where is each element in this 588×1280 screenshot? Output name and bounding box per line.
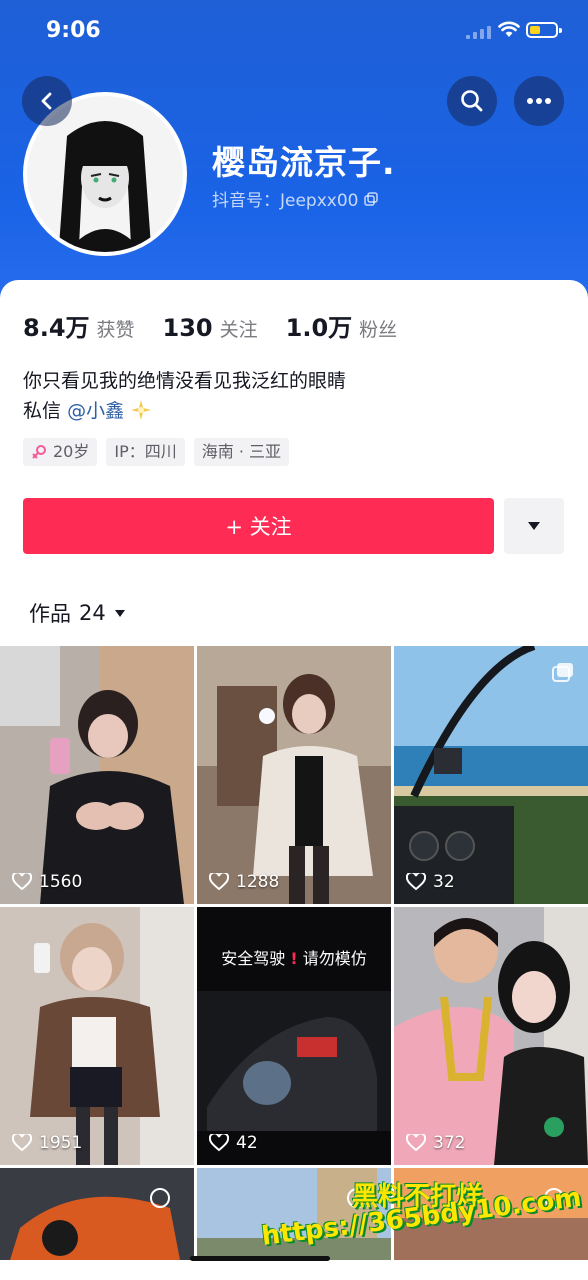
heart-outline-icon [406,1134,426,1152]
like-count-text: 1560 [39,872,83,892]
followers-count[interactable]: 1.0万 [286,308,353,343]
follow-button[interactable]: + 关注 [23,498,494,554]
female-icon [32,445,46,459]
battery-icon [526,22,562,38]
age-text: 20岁 [53,442,90,461]
location-tag[interactable]: 海南 · 三亚 [193,438,290,466]
works-count: 24 [79,601,106,625]
works-tab[interactable]: 作品 24 [29,598,126,628]
more-horizontal-icon [527,98,551,104]
like-count: 1560 [12,872,82,892]
profile-name: 樱岛流京子. [212,143,396,182]
caption-part: 安全驾驶 [221,949,286,968]
wifi-icon [498,21,520,37]
heart-outline-icon [209,1134,229,1152]
douyin-id[interactable]: 抖音号：Jeepxx00 [212,186,379,211]
search-icon [461,90,483,112]
ip-tag: IP：四川 [106,438,185,466]
recommend-dropdown-button[interactable] [504,498,564,554]
bio: 你只看见我的绝情没看见我泛红的眼睛 私信 @小鑫 [23,366,346,426]
like-count-text: 32 [433,872,455,892]
like-count: 1288 [209,872,279,892]
profile-tags: 20岁 IP：四川 海南 · 三亚 [23,438,290,466]
likes-count[interactable]: 8.4万 [23,308,90,343]
video-thumbnail[interactable]: 32 [394,646,588,904]
likes-label: 获赞 [96,319,135,341]
caret-down-icon [114,609,125,617]
home-indicator[interactable] [190,1256,330,1261]
video-thumbnail[interactable]: 1288 [197,646,391,904]
triangle-down-icon [528,522,540,530]
heart-outline-icon [12,873,32,891]
bio-mention-link[interactable]: @小鑫 [67,400,124,422]
heart-outline-icon [12,1134,32,1152]
exclamation-icon: ! [290,949,298,968]
like-count-text: 372 [433,1133,466,1153]
like-count-text: 42 [236,1133,258,1153]
status-time: 9:06 [46,18,101,43]
search-button[interactable] [447,76,497,126]
video-thumbnail[interactable]: 372 [394,907,588,1165]
more-button[interactable] [514,76,564,126]
followers-label: 粉丝 [359,319,398,341]
profile-card: 8.4万 获赞 130 关注 1.0万 粉丝 你只看见我的绝情没看见我泛红的眼睛… [0,280,588,1280]
like-count: 42 [209,1133,258,1153]
bio-line: 你只看见我的绝情没看见我泛红的眼睛 [23,370,347,392]
like-count: 32 [406,872,455,892]
caption-part: 请勿模仿 [302,949,367,968]
like-count-text: 1951 [39,1133,83,1153]
age-tag: 20岁 [23,438,98,466]
following-label: 关注 [219,319,258,341]
douyin-id-text: 抖音号：Jeepxx00 [212,191,359,211]
video-thumbnail[interactable] [0,1168,194,1260]
sparkle-icon [131,400,152,420]
video-caption-overlay: 安全驾驶 ! 请勿模仿 [197,945,391,969]
follow-label: + 关注 [225,515,292,539]
copy-icon[interactable] [364,191,379,206]
multi-image-icon [552,662,574,682]
video-thumbnail[interactable]: 1951 [0,907,194,1165]
video-thumbnail[interactable]: 安全驾驶 ! 请勿模仿 42 [197,907,391,1165]
works-label: 作品 [29,602,71,626]
bio-dm-text: 私信 [23,400,62,422]
like-count: 1951 [12,1133,82,1153]
like-count-text: 1288 [236,872,280,892]
back-button[interactable] [22,76,72,126]
heart-outline-icon [406,873,426,891]
site-watermark: 黑料不打烊 https://365bdy10.com [260,1176,588,1276]
signal-icon [466,26,491,39]
bio-line: 私信 @小鑫 [23,396,346,426]
following-count[interactable]: 130 [163,314,213,342]
status-bar: 9:06 [0,18,588,48]
heart-outline-icon [209,873,229,891]
chevron-left-icon [41,92,52,110]
profile-stats: 8.4万 获赞 130 关注 1.0万 粉丝 [23,308,425,343]
like-count: 372 [406,1133,465,1153]
video-thumbnail[interactable]: 1560 [0,646,194,904]
